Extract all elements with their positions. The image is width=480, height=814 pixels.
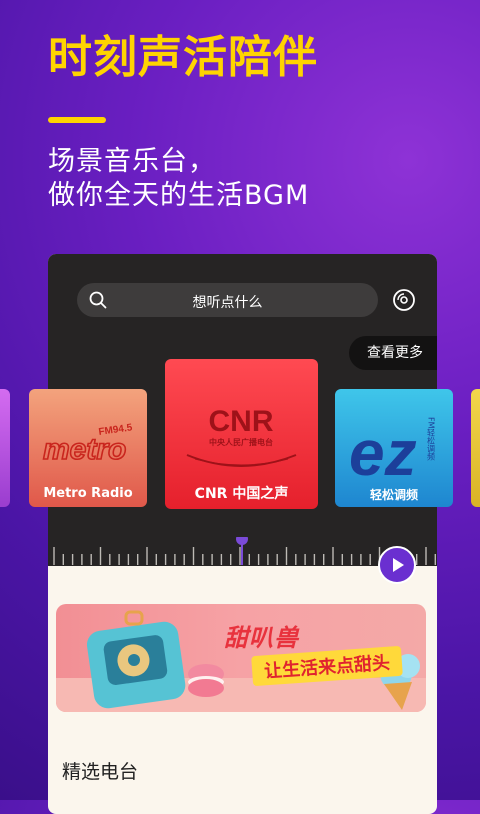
svg-text:中央人民广播电台: 中央人民广播电台 xyxy=(209,437,273,447)
search-bar[interactable]: 想听点什么 xyxy=(77,283,378,317)
station-label-easy: 轻松调频 xyxy=(369,488,418,502)
svg-text:CNR: CNR xyxy=(209,405,274,438)
radio-illustration xyxy=(86,610,186,709)
station-tile-easy[interactable]: ez FM轻松调频 轻松调频 xyxy=(335,389,453,507)
svg-text:ez: ez xyxy=(349,417,417,489)
app-screen: 想听点什么 查看更多 xyxy=(48,254,437,814)
svg-text:FM轻松调频: FM轻松调频 xyxy=(427,417,436,462)
search-placeholder: 想听点什么 xyxy=(192,295,263,311)
headline-underline xyxy=(48,117,106,123)
tuner-knob xyxy=(236,537,248,545)
play-icon xyxy=(393,558,404,572)
banner-title: 甜叭兽 xyxy=(224,624,299,652)
play-button[interactable] xyxy=(378,546,416,584)
promo-banner[interactable]: 甜叭兽 让生活来点甜头 xyxy=(56,604,426,712)
station-tile-partial-right[interactable] xyxy=(471,389,480,507)
station-tile-cnr[interactable]: CNR 中央人民广播电台 CNR 中国之声 xyxy=(165,359,318,509)
promo-subline-2: 做你全天的生活BGM xyxy=(48,180,310,211)
station-label-metro: Metro Radio xyxy=(43,486,133,501)
station-label-cnr: CNR 中国之声 xyxy=(194,486,289,502)
promo-subline-1: 场景音乐台， xyxy=(48,146,216,177)
disc-icon[interactable] xyxy=(392,288,416,312)
promo-headline: 时刻声活陪伴 xyxy=(48,32,318,83)
macaron-illustration xyxy=(188,664,224,697)
station-tile-metro[interactable]: FM94.5 metro Metro Radio xyxy=(29,389,147,507)
section-title-featured-stations: 精选电台 xyxy=(62,762,139,783)
station-tile-partial-left[interactable] xyxy=(0,389,10,507)
svg-text:metro: metro xyxy=(43,433,126,466)
view-more-button[interactable]: 查看更多 xyxy=(349,336,437,370)
